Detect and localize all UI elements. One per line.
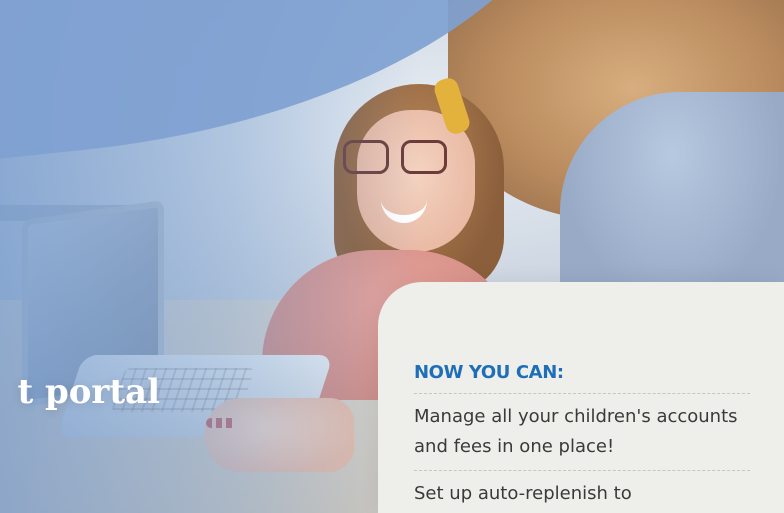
- hero-title: t portal: [17, 372, 160, 412]
- info-card: NOW YOU CAN: Manage all your children's …: [378, 282, 784, 513]
- list-item: Manage all your children's accounts and …: [414, 394, 750, 471]
- list-item: Set up auto-replenish to: [414, 483, 632, 504]
- info-card-content: NOW YOU CAN: Manage all your children's …: [414, 362, 750, 509]
- hero-banner: t portal NOW YOU CAN: Manage all your ch…: [0, 0, 784, 513]
- card-heading: NOW YOU CAN:: [414, 362, 750, 394]
